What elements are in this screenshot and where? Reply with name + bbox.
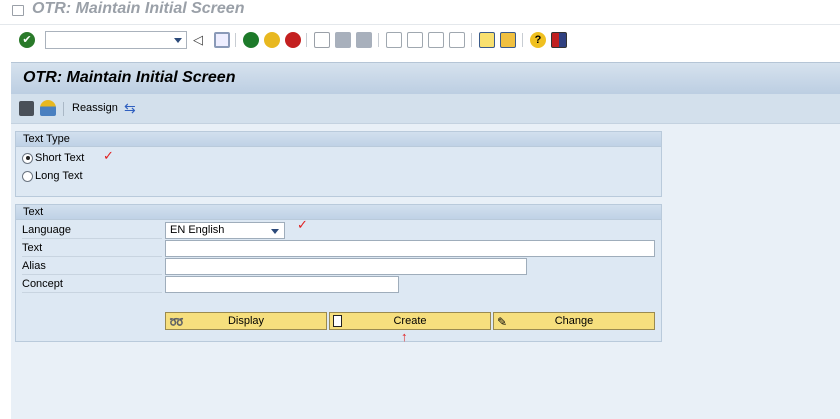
help-icon[interactable]: ? [530,32,546,48]
arrow-annotation: ↑ [401,329,408,344]
application-toolbar: Reassign ⇆ [11,94,840,124]
command-field[interactable] [45,31,187,49]
next-page-icon[interactable] [428,32,444,48]
short-text-radio[interactable]: Short Text [22,152,84,164]
save-icon[interactable] [214,32,230,48]
chevron-down-icon[interactable] [271,229,279,234]
person-icon[interactable] [40,100,56,116]
cancel-icon[interactable] [285,32,301,48]
chevron-down-icon[interactable] [174,38,182,43]
previous-page-icon[interactable] [407,32,423,48]
text-group: Text Language EN English ✓ Text Alias Co… [15,204,662,344]
shortcut-icon[interactable] [500,32,516,48]
binoculars-icon[interactable] [19,101,34,116]
concept-input[interactable] [165,276,399,293]
first-page-icon[interactable] [386,32,402,48]
text-type-group: Text Type Short Text ✓ Long Text [15,131,662,197]
separator [306,33,307,47]
language-label: Language [22,222,162,239]
main-screen: OTR: Maintain Initial Screen Reassign ⇆ … [11,62,840,419]
concept-label: Concept [22,276,162,293]
separator [522,33,523,47]
text-label: Text [22,240,162,257]
language-dropdown[interactable]: EN English [165,222,285,239]
enter-icon[interactable]: ✔ [19,32,35,48]
layout-icon[interactable] [551,32,567,48]
exit-icon[interactable] [264,32,280,48]
find-icon[interactable] [335,32,351,48]
back-icon[interactable]: ◁ [193,32,209,48]
print-icon[interactable] [314,32,330,48]
display-button[interactable]: ➿ Display [165,312,327,330]
alias-label: Alias [22,258,162,275]
screen-header: OTR: Maintain Initial Screen [11,62,840,94]
last-page-icon[interactable] [449,32,465,48]
back-green-icon[interactable] [243,32,259,48]
menu-icon[interactable] [12,5,24,16]
glasses-icon: ➿ [169,315,184,329]
change-button[interactable]: ✎ Change [493,312,655,330]
radio-selected[interactable] [22,152,33,164]
system-toolbar: ✔ ◁ ? [0,26,840,54]
create-button[interactable]: Create [329,312,491,330]
page-title: OTR: Maintain Initial Screen [23,69,236,86]
pencil-icon: ✎ [497,315,508,329]
separator [63,102,64,116]
radio-unselected[interactable] [22,170,33,182]
find-next-icon[interactable] [356,32,372,48]
window-title: OTR: Maintain Initial Screen [32,0,245,17]
title-bar: OTR: Maintain Initial Screen [0,0,840,25]
long-text-radio[interactable]: Long Text [22,170,83,182]
reassign-button[interactable]: Reassign [72,102,118,114]
check-annotation: ✓ [103,148,114,163]
group-title: Text [16,205,661,220]
check-annotation: ✓ [297,217,308,232]
separator [471,33,472,47]
separator [235,33,236,47]
alias-input[interactable] [165,258,527,275]
group-title: Text Type [16,132,661,147]
separator [378,33,379,47]
new-session-icon[interactable] [479,32,495,48]
transport-icon[interactable]: ⇆ [124,100,141,116]
text-input[interactable] [165,240,655,257]
new-document-icon [333,315,342,327]
